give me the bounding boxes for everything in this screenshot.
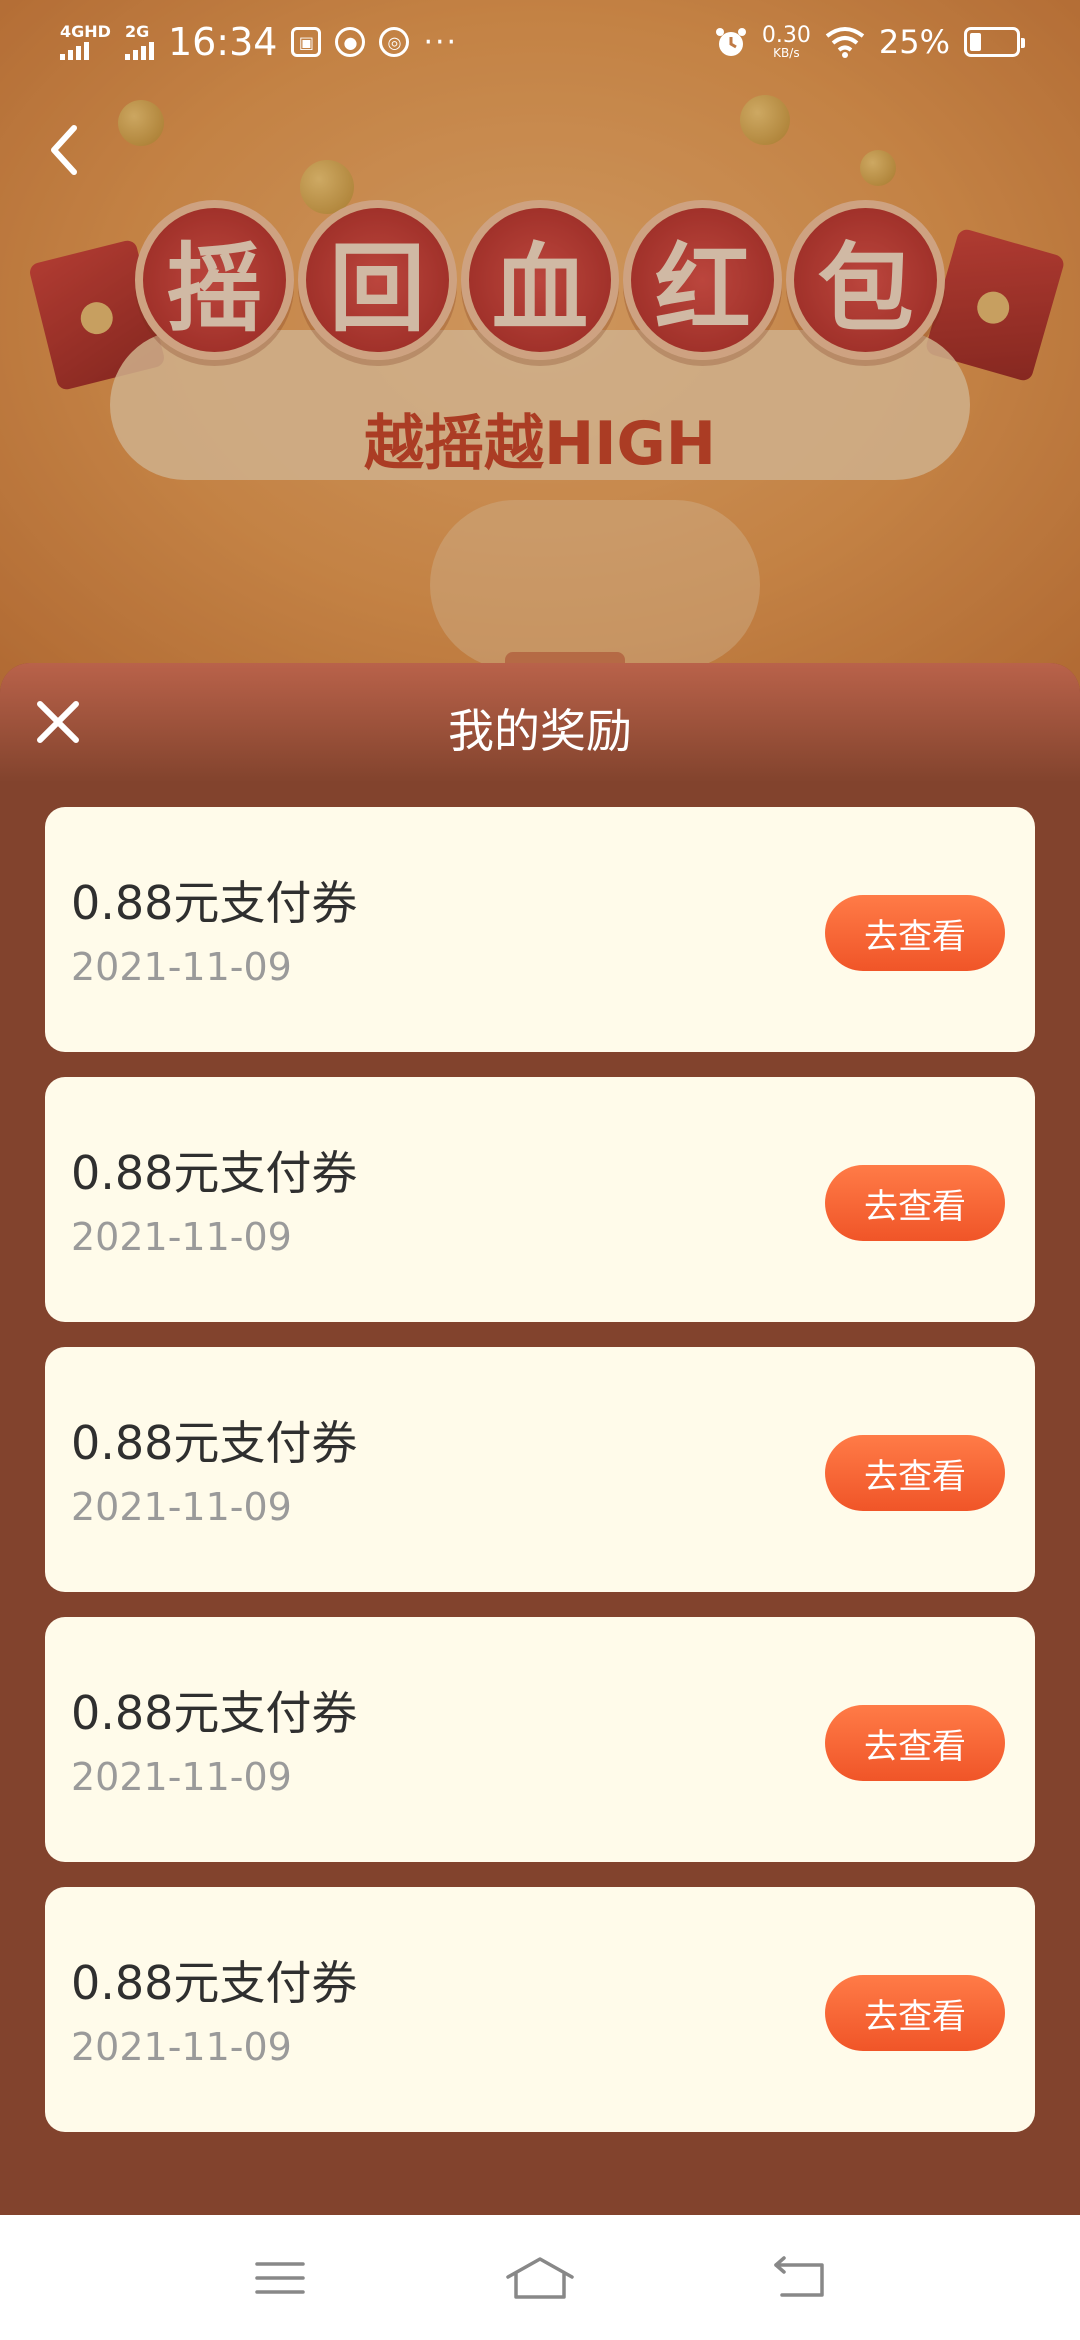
network-type-label: 2G [124,22,150,41]
signal-bars-icon [124,40,154,60]
rewards-sheet: 我的奖励 0.88元支付券 2021-11-09 去查看 0.88元支付券 20… [0,663,1080,2215]
close-icon [37,701,79,743]
status-left: 4GHD 2G 16:34 ▣ ● ◎ ··· [60,20,458,64]
network-type-label: 4GHD [60,22,111,41]
notification-app-icon: ▣ [291,27,322,57]
back-chevron-icon [51,125,77,175]
alarm-icon [715,28,746,56]
reward-date: 2021-11-09 [71,1215,292,1259]
reward-date: 2021-11-09 [71,1755,292,1799]
notification-app-icon: ◎ [379,27,410,57]
reward-date: 2021-11-09 [71,2025,292,2069]
reward-name: 0.88元支付券 [71,1956,358,2010]
nav-menu-button[interactable] [240,2248,320,2308]
battery-icon [964,27,1025,57]
reward-name: 0.88元支付券 [71,876,358,930]
wifi-icon [825,27,865,58]
view-reward-button[interactable]: 去查看 [825,1165,1005,1241]
view-reward-button[interactable]: 去查看 [825,1435,1005,1511]
view-reward-button[interactable]: 去查看 [825,1705,1005,1781]
nav-back-button[interactable] [760,2248,840,2308]
battery-percent: 25% [878,23,950,61]
back-arrow-icon [774,2255,824,2297]
network-speed-value: 0.30 [761,23,811,48]
status-right: 0.30 KB/s 25% [714,23,1025,61]
notification-app-icon: ● [335,27,366,57]
reward-date: 2021-11-09 [71,945,292,989]
reward-name: 0.88元支付券 [71,1686,358,1740]
battery-fill [970,33,981,51]
close-button[interactable] [32,696,84,748]
modal-overlay[interactable] [0,0,1080,700]
sheet-title: 我的奖励 [448,704,632,758]
more-notifications-icon: ··· [423,24,459,60]
home-icon [506,2256,574,2299]
menu-icon [255,2261,305,2294]
reward-item: 0.88元支付券 2021-11-09 去查看 [45,1617,1035,1862]
reward-item: 0.88元支付券 2021-11-09 去查看 [45,807,1035,1052]
sheet-header: 我的奖励 [0,663,1080,793]
nav-home-button[interactable] [500,2248,580,2308]
status-bar: 4GHD 2G 16:34 ▣ ● ◎ ··· 0.30 KB/s 25% [0,0,1080,84]
network-speed-unit: KB/s [773,46,800,60]
back-button[interactable] [36,118,90,182]
view-reward-button[interactable]: 去查看 [825,1975,1005,2051]
reward-item: 0.88元支付券 2021-11-09 去查看 [45,1347,1035,1592]
reward-date: 2021-11-09 [71,1485,292,1529]
system-nav-bar [0,2215,1080,2340]
reward-item: 0.88元支付券 2021-11-09 去查看 [45,1077,1035,1322]
cellular-signal-1: 4GHD [60,24,111,60]
reward-item: 0.88元支付券 2021-11-09 去查看 [45,1887,1035,2132]
reward-name: 0.88元支付券 [71,1146,358,1200]
network-speed: 0.30 KB/s [761,23,811,60]
clock: 16:34 [167,20,278,64]
reward-list: 0.88元支付券 2021-11-09 去查看 0.88元支付券 2021-11… [45,807,1035,2132]
cellular-signal-2: 2G [124,22,154,60]
reward-name: 0.88元支付券 [71,1416,358,1470]
view-reward-button[interactable]: 去查看 [825,895,1005,971]
signal-bars-icon [60,40,111,60]
